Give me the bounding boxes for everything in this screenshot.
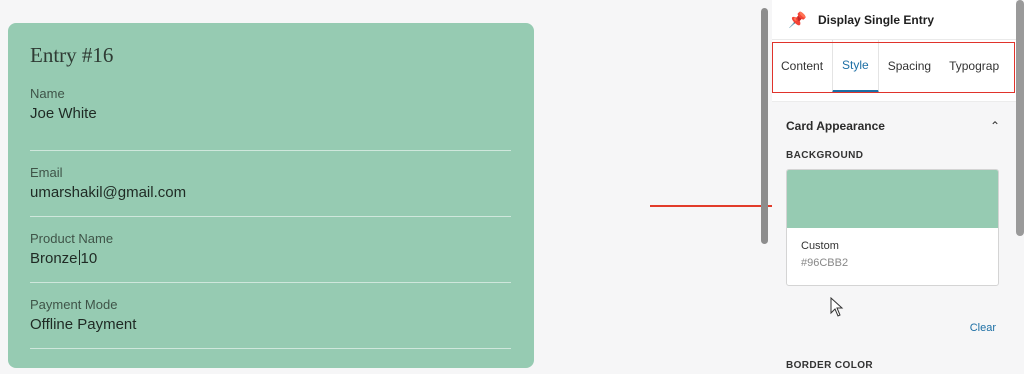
field-email: Email umarshakil@gmail.com — [30, 151, 511, 217]
clear-button[interactable]: Clear — [786, 322, 996, 334]
field-value[interactable]: Joe White — [30, 105, 511, 122]
section-header[interactable]: Card Appearance ⌃ — [786, 102, 1002, 150]
field-payment-mode: Payment Mode Offline Payment — [30, 283, 511, 349]
tab-style[interactable]: Style — [832, 40, 879, 93]
field-name: Name Joe White — [30, 86, 511, 151]
field-label: Product Name — [30, 231, 114, 246]
swatch-info: Custom #96CBB2 — [787, 228, 998, 281]
annotation-arrow — [650, 205, 778, 207]
swatch-hex: #96CBB2 — [801, 257, 849, 269]
tab-content[interactable]: Content — [772, 40, 833, 93]
field-label: Payment Mode — [30, 297, 118, 312]
pin-icon: 📌 — [788, 11, 807, 29]
color-swatch[interactable] — [787, 170, 998, 228]
field-value[interactable]: umarshakil@gmail.com — [30, 184, 511, 201]
entry-title: Entry #16 — [30, 43, 114, 67]
panel-scrollbar-right[interactable] — [1016, 0, 1024, 236]
section-title: Card Appearance — [786, 119, 885, 133]
value-after-caret: 10 — [80, 250, 98, 267]
tab-spacing[interactable]: Spacing — [878, 40, 941, 93]
entry-card: Entry #16 Name Joe White Email umarshaki… — [8, 23, 534, 368]
field-value[interactable]: Offline Payment — [30, 316, 511, 333]
color-picker[interactable]: Custom #96CBB2 — [786, 169, 999, 286]
chevron-up-icon[interactable]: ⌃ — [990, 119, 1000, 133]
tab-bar: Content Style Spacing Typograp — [772, 40, 1016, 93]
panel-title: Display Single Entry — [818, 12, 935, 27]
swatch-name: Custom — [801, 240, 839, 252]
value-before-caret: Bronze — [30, 250, 78, 267]
mouse-cursor-icon — [830, 297, 844, 317]
panel-scrollbar-left[interactable] — [761, 8, 768, 244]
card-appearance-section: Card Appearance ⌃ BACKGROUND Custom #96C… — [772, 101, 1016, 374]
field-label: Name — [30, 86, 65, 101]
field-value[interactable]: Bronze 10 — [30, 250, 511, 267]
border-color-label: BORDER COLOR — [786, 360, 874, 371]
panel-header: 📌 Display Single Entry — [772, 0, 1016, 40]
field-label: Email — [30, 165, 63, 180]
background-label: BACKGROUND — [786, 150, 864, 161]
text-caret — [78, 250, 80, 265]
tab-typography[interactable]: Typograp — [940, 40, 1000, 93]
field-product-name: Product Name Bronze 10 — [30, 217, 511, 283]
settings-panel: 📌 Display Single Entry Content Style Spa… — [772, 0, 1016, 374]
